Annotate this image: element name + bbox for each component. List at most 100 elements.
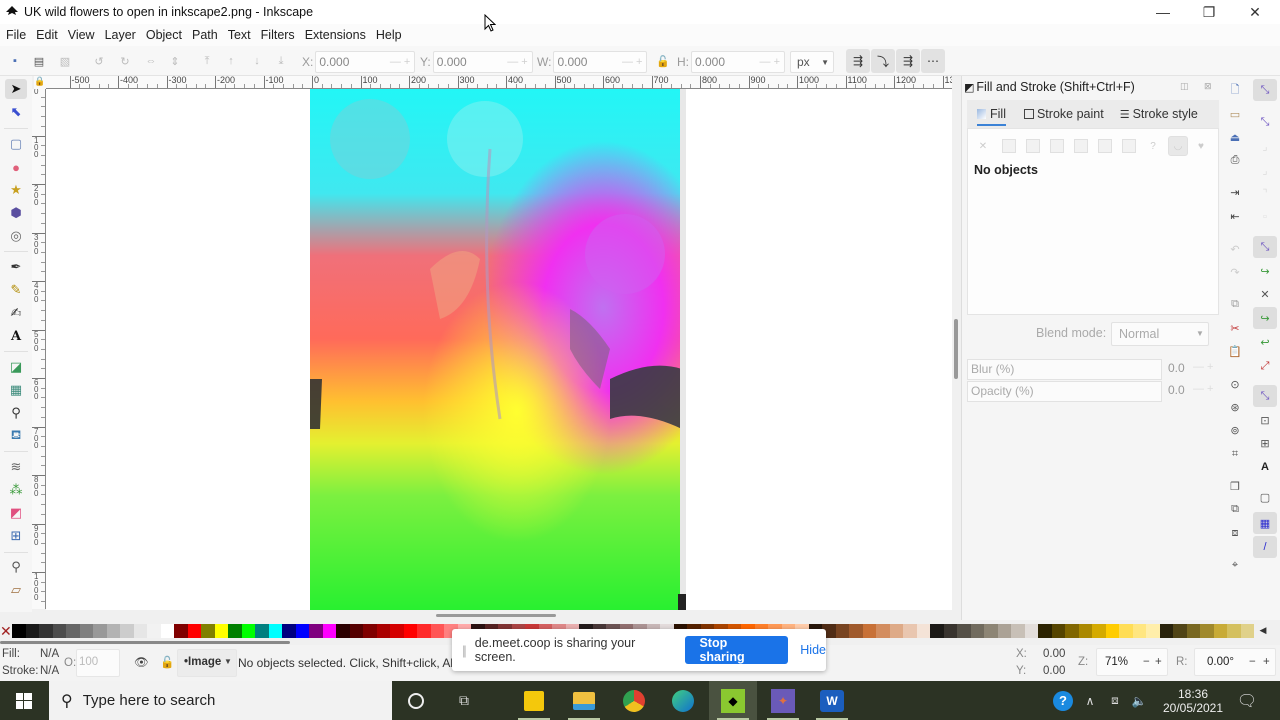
color-swatch[interactable]: [282, 623, 296, 638]
rotate-minus-button[interactable]: −: [1249, 656, 1256, 668]
color-swatch[interactable]: [228, 623, 242, 638]
color-swatch[interactable]: [201, 623, 215, 638]
opacity-input[interactable]: 100: [76, 649, 120, 677]
no-paint-icon[interactable]: ✕: [976, 139, 990, 153]
color-swatch[interactable]: [147, 623, 161, 638]
menu-edit[interactable]: Edit: [32, 28, 62, 42]
snap-paths-icon[interactable]: ↪: [1253, 260, 1277, 282]
color-swatch[interactable]: [430, 623, 444, 638]
taskbar-app-file-explorer[interactable]: [560, 681, 608, 720]
rotate-plus-button[interactable]: +: [1263, 656, 1270, 668]
measure-tool[interactable]: ▱: [5, 580, 27, 600]
color-swatch[interactable]: [268, 623, 282, 638]
color-swatch[interactable]: [187, 623, 201, 638]
zoom-minus-button[interactable]: −: [1143, 656, 1150, 668]
zoom-tool[interactable]: ⚲: [5, 557, 27, 577]
taskbar-app-edge[interactable]: [659, 681, 707, 720]
menu-path[interactable]: Path: [188, 28, 222, 42]
color-swatch[interactable]: [1240, 623, 1254, 638]
stroke-indicator-value[interactable]: N/A: [40, 665, 59, 677]
color-swatch[interactable]: [160, 623, 174, 638]
canvas[interactable]: [46, 89, 952, 610]
tab-stroke-style[interactable]: ☰ Stroke style: [1114, 100, 1204, 128]
notifications-button[interactable]: 🗨: [1232, 681, 1262, 720]
connector-tool[interactable]: ⊞: [5, 526, 27, 546]
zoom-selection-icon[interactable]: ⊙: [1227, 376, 1243, 392]
drag-handle-icon[interactable]: ||: [462, 643, 467, 658]
color-swatch[interactable]: [66, 623, 80, 638]
guide-lock-icon[interactable]: 🔒: [34, 76, 46, 89]
paint-bucket-tool[interactable]: ⛾: [5, 426, 27, 446]
snap-grids-icon[interactable]: ▦: [1253, 512, 1277, 534]
x-input[interactable]: 0.000 — +: [315, 51, 416, 73]
raise-to-top-icon[interactable]: ⤒: [200, 54, 214, 68]
task-view-button[interactable]: ⧉: [440, 681, 488, 720]
snap-toggle-icon[interactable]: ⤡: [1253, 79, 1277, 101]
palette-menu-icon[interactable]: ◀: [1254, 625, 1272, 636]
new-document-icon[interactable]: 🗋: [1227, 82, 1243, 98]
maximize-button[interactable]: ❐: [1186, 0, 1232, 24]
ellipse-tool[interactable]: ●: [5, 157, 27, 177]
color-swatch[interactable]: [133, 623, 147, 638]
spiral-tool[interactable]: ◎: [5, 226, 27, 246]
snap-text-baseline-icon[interactable]: A: [1253, 456, 1277, 478]
color-swatch[interactable]: [835, 623, 849, 638]
layer-lock-icon[interactable]: 🔓: [160, 655, 174, 669]
calligraphy-tool[interactable]: ✍: [5, 303, 27, 323]
blur-slider[interactable]: Blur (%): [967, 359, 1162, 380]
color-swatch[interactable]: [403, 623, 417, 638]
layer-select[interactable]: •Image ▼: [177, 649, 237, 677]
start-button[interactable]: [0, 681, 48, 720]
node-tool[interactable]: ⬉: [5, 102, 27, 122]
snap-guides-icon[interactable]: /: [1253, 536, 1277, 558]
minimize-button[interactable]: —: [1140, 0, 1186, 24]
zoom-plus-button[interactable]: +: [1155, 656, 1162, 668]
color-swatch[interactable]: [1186, 623, 1200, 638]
color-swatch[interactable]: [1132, 623, 1146, 638]
menu-help[interactable]: Help: [372, 28, 406, 42]
cut-icon[interactable]: ✂: [1227, 320, 1243, 336]
show-hidden-icons-button[interactable]: ∧: [1080, 681, 1100, 720]
color-swatch[interactable]: [349, 623, 363, 638]
y-input[interactable]: 0.000 — +: [432, 51, 533, 73]
mesh-gradient-icon[interactable]: [1074, 139, 1088, 153]
lower-to-bottom-icon[interactable]: ⤓: [274, 54, 288, 68]
color-swatch[interactable]: [52, 623, 66, 638]
color-swatch[interactable]: [417, 623, 431, 638]
select-all-icon[interactable]: ▪: [8, 54, 22, 68]
pencil-tool[interactable]: ✎: [5, 280, 27, 300]
blur-value[interactable]: 0.0: [1168, 361, 1185, 375]
menu-object[interactable]: Object: [142, 28, 186, 42]
deselect-icon[interactable]: ▧: [58, 54, 72, 68]
y-stepper[interactable]: — +: [507, 56, 531, 68]
color-swatch[interactable]: [106, 623, 120, 638]
spray-tool[interactable]: ⁂: [5, 480, 27, 500]
tweak-tool[interactable]: ≋: [5, 457, 27, 477]
move-gradients-button[interactable]: ⇶: [896, 49, 920, 73]
star-tool[interactable]: ★: [5, 180, 27, 200]
rectangle-tool[interactable]: ▢: [5, 134, 27, 154]
dialog-dock-icon[interactable]: ◫: [1180, 81, 1189, 92]
color-swatch[interactable]: [943, 623, 957, 638]
eraser-tool[interactable]: ◩: [5, 503, 27, 523]
menu-extensions[interactable]: Extensions: [301, 28, 370, 42]
volume-icon[interactable]: 🔈: [1128, 681, 1150, 720]
opacity-value[interactable]: 0.0: [1168, 383, 1185, 397]
taskbar-search-box[interactable]: ⚲ Type here to search: [49, 681, 392, 720]
nonzero-fill-icon[interactable]: ♥: [1194, 139, 1208, 153]
unlink-clone-icon[interactable]: ⧈: [1227, 525, 1243, 541]
color-swatch[interactable]: [174, 623, 188, 638]
mesh-tool[interactable]: ▦: [5, 380, 27, 400]
color-swatch[interactable]: [903, 623, 917, 638]
horizontal-scrollbar-thumb[interactable]: [436, 614, 556, 617]
color-swatch[interactable]: [1213, 623, 1227, 638]
color-swatch[interactable]: [1119, 623, 1133, 638]
close-button[interactable]: ✕: [1232, 0, 1278, 24]
lock-ratio-icon[interactable]: 🔓: [656, 54, 670, 68]
color-swatch[interactable]: [336, 623, 350, 638]
taskbar-app-inkscape[interactable]: ◆: [709, 681, 757, 720]
color-swatch[interactable]: [997, 623, 1011, 638]
vertical-ruler[interactable]: 01002003004005006007008009001000: [32, 89, 46, 609]
stop-sharing-button[interactable]: Stop sharing: [685, 636, 789, 664]
color-swatch[interactable]: [309, 623, 323, 638]
